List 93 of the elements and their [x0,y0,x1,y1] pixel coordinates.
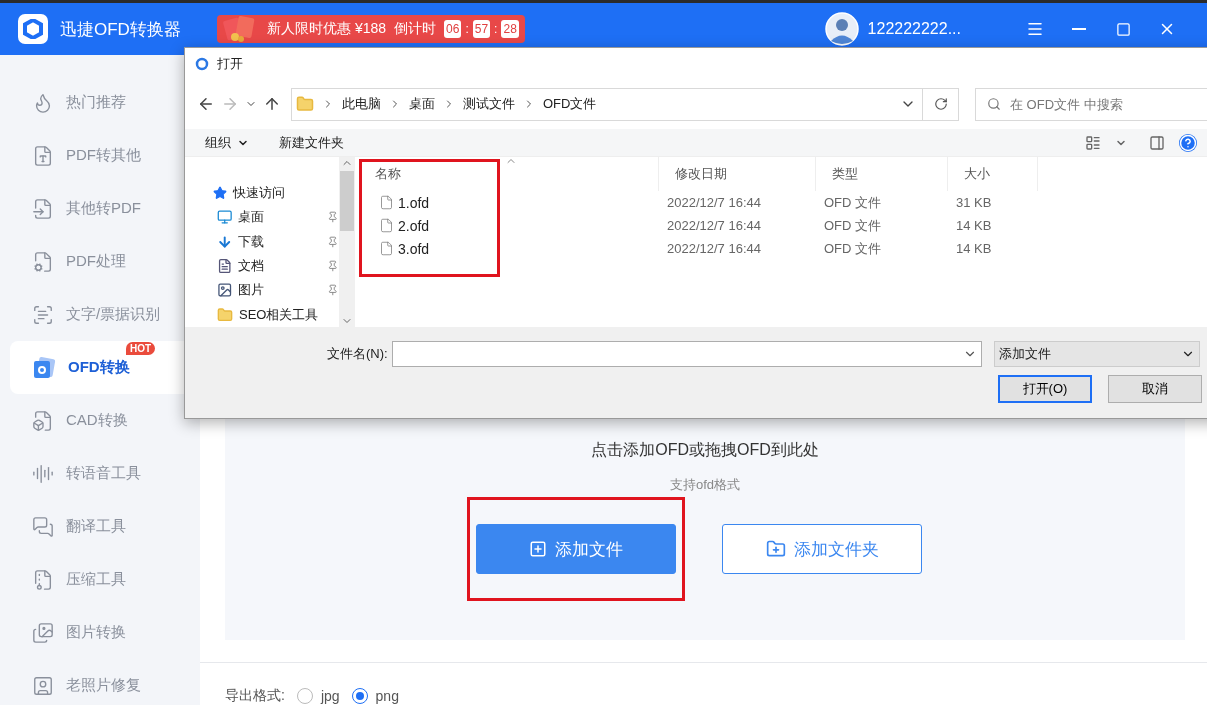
colon: : [494,22,498,36]
file-name: 3.ofd [359,240,659,257]
file-type: OFD 文件 [823,216,883,235]
folder-icon [296,95,314,113]
filename-label: 文件名(N): [327,345,388,363]
image-icon [32,621,54,644]
scrollbar[interactable] [339,157,355,327]
organize-menu[interactable]: 组织 [205,133,249,152]
breadcrumb-item[interactable]: 测试文件 [463,95,515,113]
archive-icon [32,568,54,591]
nav-item[interactable]: 桌面 [217,205,339,230]
column-header[interactable]: 类型 [816,157,948,191]
cancel-button[interactable]: 取消 [1108,375,1202,403]
scan-icon [32,303,54,326]
promo-text: 新人限时优惠 ¥188 [267,20,387,38]
nav-item[interactable]: 图片 [217,278,339,303]
file-type-select[interactable]: 添加文件 [993,341,1200,367]
breadcrumb-item[interactable]: OFD文件 [543,95,597,113]
scroll-thumb[interactable] [340,171,354,231]
column-header[interactable]: 名称 [359,157,659,191]
nav-item[interactable]: 下载 [217,229,339,254]
chat-icon [32,515,54,538]
column-header[interactable]: 大小 [948,157,1038,191]
dialog-title: 打开 [217,55,243,73]
column-header[interactable]: 修改日期 [659,157,816,191]
file-size: 31 KB [955,195,993,210]
file-type: OFD 文件 [823,239,883,258]
app-title: 迅捷OFD转换器 [60,18,182,41]
refresh-icon [933,97,948,111]
search-field[interactable]: 在 OFD文件 中搜索 [975,87,1207,121]
file-type: OFD 文件 [823,193,883,212]
help-icon[interactable] [1179,133,1197,152]
app-logo [18,14,48,44]
search-icon [987,96,1001,111]
format-hint: 支持ofd格式 [669,476,741,494]
address-bar[interactable]: 此电脑 桌面 测试文件 OFD文件 [291,87,923,121]
breadcrumb-item[interactable]: 桌面 [409,95,435,113]
colon: : [465,22,469,36]
document-icon [32,409,54,432]
modified-date: 2022/12/7 16:44 [666,218,762,233]
file-row[interactable]: 3.ofd 2022/12/7 16:44 OFD 文件 14 KB [359,237,1207,260]
ring-icon [195,57,209,71]
minimize-icon [1072,28,1086,30]
file-row[interactable]: 2.ofd 2022/12/7 16:44 OFD 文件 14 KB [359,214,1207,237]
breadcrumb-item[interactable]: 此电脑 [342,95,381,113]
add-file-button[interactable]: 添加文件 [476,524,676,574]
file-name: 1.ofd [359,194,659,211]
view-icon[interactable] [1085,134,1101,151]
option-label: jpg [320,688,340,704]
modified-date: 2022/12/7 16:44 [666,195,762,210]
file-icon [379,218,394,233]
countdown-digit: 28 [501,20,519,38]
nav-item[interactable]: SEO相关工具 [217,302,339,327]
file-size: 14 KB [955,241,993,256]
nav-item[interactable]: 快速访问 [213,181,339,206]
open-button[interactable]: 打开(O) [998,375,1092,403]
promo-banner[interactable]: 新人限时优惠 ¥188 倒计时 06 : 57 : 28 [217,15,525,43]
option-label: png [375,688,399,704]
portrait-icon [32,674,54,697]
hot-badge: HOT [126,342,156,355]
new-folder-button[interactable]: 新建文件夹 [279,133,344,152]
preview-pane-icon[interactable] [1149,134,1165,151]
file-size: 14 KB [955,218,993,233]
monitor-icon [217,209,233,226]
document-icon [32,197,54,220]
folder-plus-icon [765,539,786,559]
nav-item[interactable]: 文档 [217,254,339,279]
maximize-icon [1115,21,1131,37]
image-icon [217,282,233,299]
star-icon [213,186,227,201]
countdown-digit: 06 [444,20,462,38]
countdown-label: 倒计时 [394,20,437,38]
document-icon [32,144,54,167]
folder-icon [217,306,233,323]
drop-prompt: 点击添加OFD或拖拽OFD到此处 [591,440,819,460]
export-format-label: 导出格式: [225,687,285,705]
document-icon [217,258,233,275]
user-name[interactable]: 122222222... [867,20,961,38]
menu-icon [1026,20,1044,38]
modified-date: 2022/12/7 16:44 [666,241,762,256]
file-row[interactable]: 1.ofd 2022/12/7 16:44 OFD 文件 31 KB [359,191,1207,214]
filename-field[interactable] [391,341,982,367]
file-name: 2.ofd [359,217,659,234]
plus-icon [529,540,547,558]
countdown-digit: 57 [472,20,491,38]
refresh-button[interactable] [923,87,959,121]
document-icon [32,250,54,273]
file-icon [379,241,394,256]
sound-icon [32,462,54,485]
avatar[interactable] [824,12,859,46]
file-icon [379,195,394,210]
camera-icon [32,355,56,380]
add-folder-button[interactable]: 添加文件夹 [722,524,922,574]
